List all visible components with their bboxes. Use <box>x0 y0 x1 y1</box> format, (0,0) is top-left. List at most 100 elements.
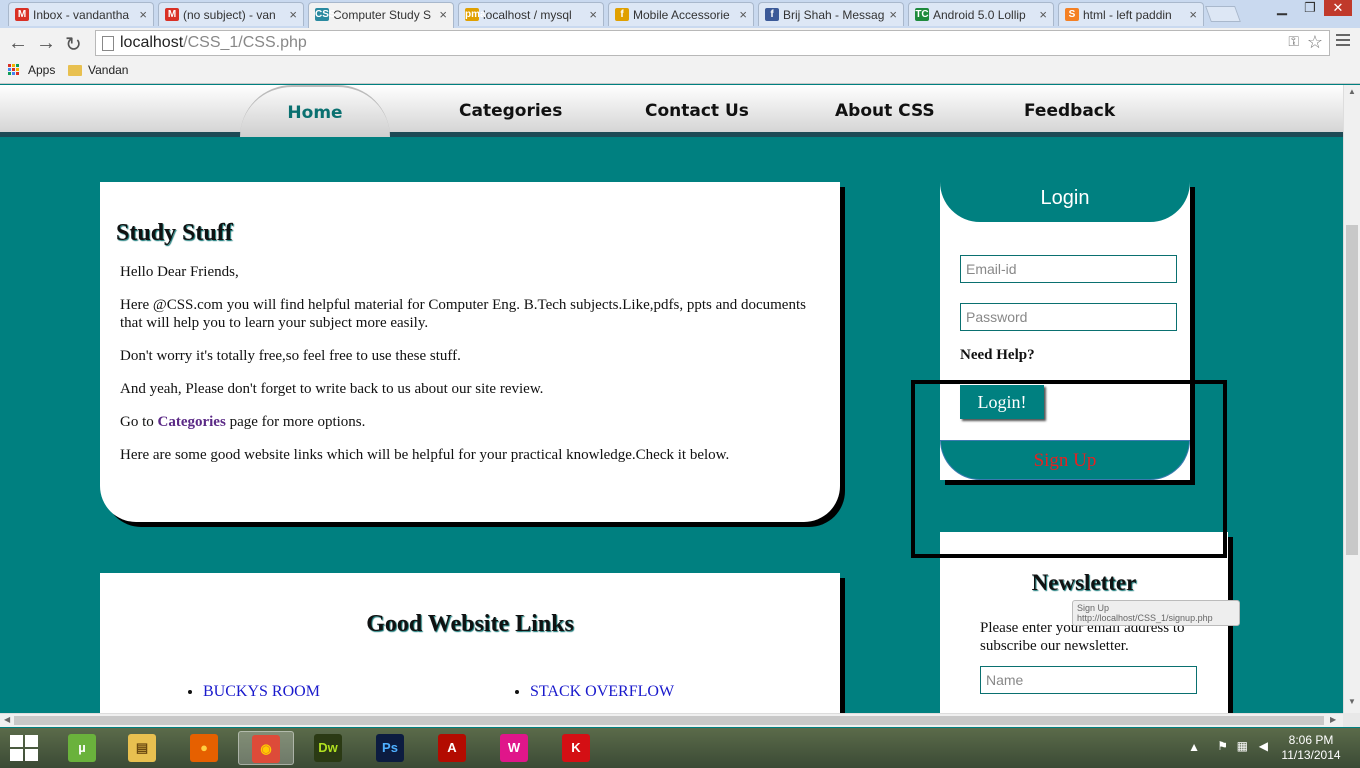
list-item: BUCKYS ROOM <box>203 683 320 701</box>
options-text: page for more options. <box>225 414 366 430</box>
categories-link[interactable]: Categories <box>158 414 226 430</box>
page-icon <box>102 36 114 51</box>
network-icon[interactable]: ▦ <box>1237 739 1248 753</box>
tab-close-icon[interactable]: × <box>1189 7 1197 22</box>
close-window-icon[interactable]: ✕ <box>1324 0 1352 16</box>
tab-close-icon[interactable]: × <box>439 7 447 22</box>
scroll-left-icon[interactable]: ◀ <box>4 715 10 724</box>
browser-tab[interactable]: pma localhost / mysql × <box>458 2 604 26</box>
tooltip-url: http://localhost/CSS_1/signup.php <box>1077 613 1213 623</box>
nav-categories[interactable]: Categories <box>459 101 562 121</box>
back-arrow-icon[interactable]: ← <box>8 32 28 55</box>
browser-tab-strip: M Inbox - vandantha × M (no subject) - van × C… <box>0 0 1360 28</box>
tab-close-icon[interactable]: × <box>139 7 147 22</box>
window-controls: ▁ ❐ ✕ <box>1268 0 1352 16</box>
clock[interactable]: 8:06 PM 11/13/2014 <box>1276 733 1346 763</box>
taskbar-kaspersky-icon[interactable]: K <box>548 731 604 765</box>
site-nav: Home Categories Contact Us About CSS Fee… <box>0 85 1343 137</box>
utorrent-glyph: µ <box>68 734 96 762</box>
taskbar-acrobat-icon[interactable]: A <box>424 731 480 765</box>
page-viewport: Home Categories Contact Us About CSS Fee… <box>0 85 1343 713</box>
browser-tab[interactable]: f Mobile Accessorie × <box>608 2 754 26</box>
browser-tab[interactable]: f Brij Shah - Messag × <box>758 2 904 26</box>
browser-tab[interactable]: TC Android 5.0 Lollip × <box>908 2 1054 26</box>
scroll-down-icon[interactable]: ▼ <box>1348 697 1356 706</box>
website-links-card: Good Website Links BUCKYS ROOM STACK OVE… <box>100 573 840 713</box>
taskbar-dreamweaver-icon[interactable]: Dw <box>300 731 356 765</box>
photoshop-glyph: Ps <box>376 734 404 762</box>
folder-icon <box>68 65 82 76</box>
horizontal-scrollbar[interactable]: ◀ ▶ <box>0 713 1343 727</box>
clock-date: 11/13/2014 <box>1281 748 1341 762</box>
browser-tab[interactable]: M (no subject) - van × <box>158 2 304 26</box>
tab-label: Computer Study S <box>333 8 432 22</box>
volume-icon[interactable]: ◀ <box>1259 739 1268 753</box>
vertical-scrollbar[interactable]: ▲ ▼ <box>1343 85 1360 713</box>
wamp-glyph: W <box>500 734 528 762</box>
taskbar-firefox-icon[interactable]: ● <box>176 731 232 765</box>
login-title: Login <box>940 182 1190 222</box>
tab-close-icon[interactable]: × <box>889 7 897 22</box>
buckys-room-link[interactable]: BUCKYS ROOM <box>203 683 320 700</box>
study-stuff-card: Study Stuff Hello Dear Friends, Here @CS… <box>100 182 840 522</box>
study-paragraph: Here are some good website links which w… <box>120 447 730 463</box>
restore-icon[interactable]: ❐ <box>1296 0 1324 16</box>
minimize-icon[interactable]: ▁ <box>1268 0 1296 16</box>
taskbar-wamp-icon[interactable]: W <box>486 731 542 765</box>
email-field[interactable]: Email-id <box>960 255 1177 283</box>
nav-about-css[interactable]: About CSS <box>835 101 935 121</box>
scroll-right-icon[interactable]: ▶ <box>1330 715 1336 724</box>
link-tooltip: Sign Up http://localhost/CSS_1/signup.ph… <box>1072 600 1240 626</box>
key-icon[interactable]: ⚿ <box>1288 33 1299 50</box>
url-host: localhost <box>120 34 184 51</box>
stack-overflow-link[interactable]: STACK OVERFLOW <box>530 683 674 700</box>
forward-arrow-icon[interactable]: → <box>36 32 56 55</box>
url-path: /CSS_1/CSS.php <box>183 34 307 51</box>
browser-tab[interactable]: Shtml - left paddin × <box>1058 2 1204 26</box>
tab-close-icon[interactable]: × <box>289 7 297 22</box>
address-bar[interactable]: localhost/CSS_1/CSS.php ⚿ ☆ <box>95 30 1330 56</box>
tab-close-icon[interactable]: × <box>589 7 597 22</box>
chrome-glyph: ◉ <box>252 735 280 763</box>
newsletter-name-field[interactable]: Name <box>980 666 1197 694</box>
hscrollbar-thumb[interactable] <box>14 716 1324 725</box>
tab-close-icon[interactable]: × <box>1039 7 1047 22</box>
tab-label: localhost / mysql <box>483 8 572 22</box>
tab-favicon-icon: f <box>615 8 629 21</box>
nav-home[interactable]: Home <box>240 85 390 137</box>
tab-close-icon[interactable]: × <box>739 7 747 22</box>
taskbar-chrome-icon[interactable]: ◉ <box>238 731 294 765</box>
browser-tab[interactable]: CSS Computer Study S × <box>308 2 454 28</box>
tab-favicon-icon: S <box>1065 8 1079 21</box>
bookmark-star-icon[interactable]: ☆ <box>1307 32 1323 53</box>
tab-favicon-icon: TC <box>915 8 929 21</box>
kaspersky-glyph: K <box>562 734 590 762</box>
tab-favicon-icon: M <box>15 8 29 21</box>
password-field[interactable]: Password <box>960 303 1177 331</box>
list-item: STACK OVERFLOW <box>530 683 674 701</box>
windows-start-icon[interactable] <box>10 735 38 761</box>
scrollbar-thumb[interactable] <box>1346 225 1358 555</box>
taskbar-utorrent-icon[interactable]: µ <box>54 731 110 765</box>
firefox-glyph: ● <box>190 734 218 762</box>
bookmark-apps[interactable]: Apps <box>28 63 55 77</box>
need-help-link[interactable]: Need Help? <box>960 347 1035 364</box>
chrome-menu-icon[interactable] <box>1336 34 1350 49</box>
reload-icon[interactable]: ↻ <box>65 32 82 57</box>
bookmark-folder-vandan[interactable]: Vandan <box>88 63 128 77</box>
nav-feedback[interactable]: Feedback <box>1024 101 1115 121</box>
taskbar-explorer-icon[interactable]: ▤ <box>114 731 170 765</box>
nav-contact-us[interactable]: Contact Us <box>645 101 749 121</box>
action-center-icon[interactable]: ⚑ <box>1217 739 1228 753</box>
tab-label: Mobile Accessorie <box>633 8 730 22</box>
new-tab-button[interactable] <box>1205 6 1241 22</box>
apps-grid-icon[interactable] <box>8 64 20 76</box>
tray-arrow-icon[interactable]: ▲ <box>1188 740 1200 754</box>
acrobat-glyph: A <box>438 734 466 762</box>
windows-taskbar: µ ▤ ● ◉ Dw Ps A W K ▲ ⚑ ▦ ◀ 8:06 PM 11/13/2014 <box>0 728 1360 768</box>
scroll-up-icon[interactable]: ▲ <box>1348 87 1356 96</box>
browser-tab[interactable]: M Inbox - vandantha × <box>8 2 154 26</box>
taskbar-photoshop-icon[interactable]: Ps <box>362 731 418 765</box>
tab-favicon-icon: CSS <box>315 8 336 21</box>
tab-label: (no subject) - van <box>183 8 276 22</box>
